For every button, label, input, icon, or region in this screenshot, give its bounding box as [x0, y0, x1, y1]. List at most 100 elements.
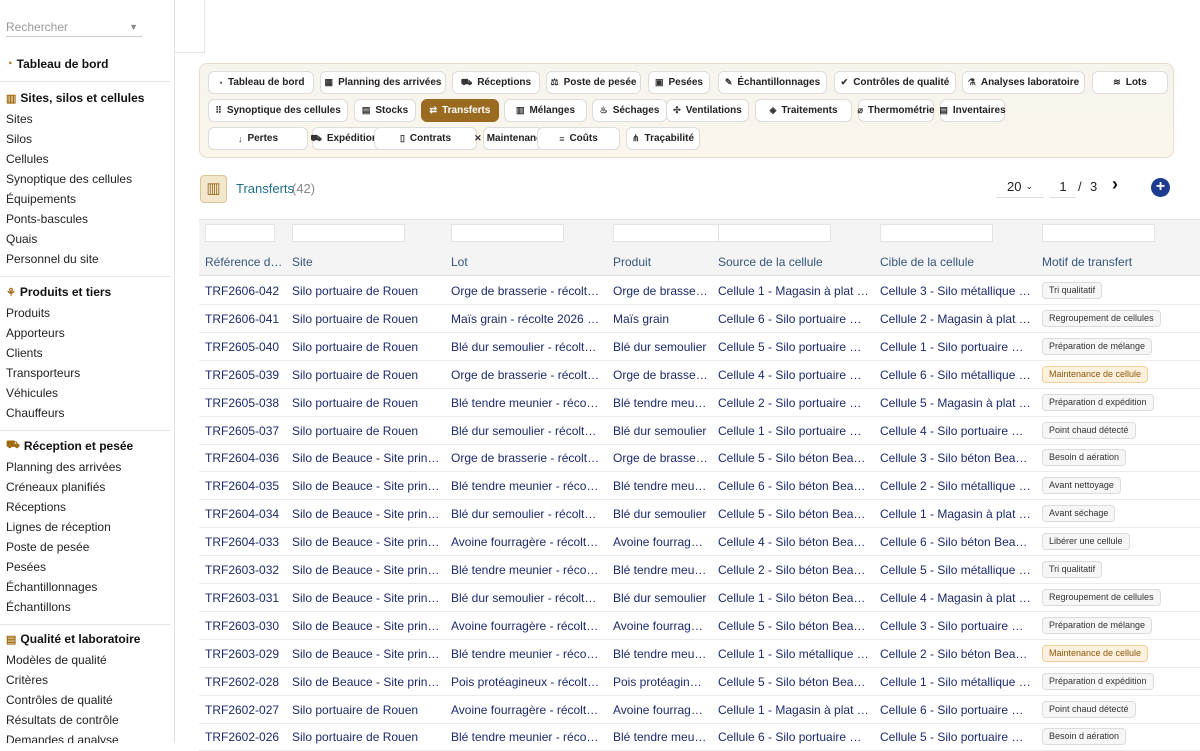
table-row[interactable]: TRF2605-040 Silo portuaire de Rouen Blé du… [199, 333, 1200, 361]
sidebar-item[interactable]: Quais [6, 232, 37, 246]
column-header[interactable]: Source de la cellule [718, 255, 870, 269]
table-row[interactable]: TRF2603-029 Silo de Beauce - Site princip… [199, 640, 1200, 668]
module-tab[interactable]: ↓ Pertes [208, 127, 308, 150]
module-tab[interactable]: ⠿ Synoptique des cellules [208, 99, 348, 122]
table-row[interactable]: TRF2606-042 Silo portuaire de Rouen Orge d… [199, 277, 1200, 305]
sidebar-item[interactable]: Apporteurs [6, 326, 65, 340]
sidebar-item[interactable]: Échantillons [6, 600, 71, 614]
sidebar-item[interactable]: Ponts-bascules [6, 212, 88, 226]
column-header[interactable]: Produit [613, 255, 708, 269]
table-cell: Cellule 1 - Magasin à plat R… [718, 702, 870, 717]
column-filter-input[interactable] [613, 224, 726, 242]
column-filter-input[interactable] [880, 224, 993, 242]
search-input[interactable]: Rechercher ▼ [6, 17, 142, 37]
sidebar-item[interactable]: Lignes de réception [6, 520, 111, 534]
module-tab[interactable]: ⛟ Expéditions [311, 127, 384, 150]
check-circle-icon: ✔ [840, 77, 849, 87]
column-filter-input[interactable] [292, 224, 405, 242]
table-row[interactable]: TRF2603-032 Silo de Beauce - Site princip… [199, 556, 1200, 584]
sidebar-item[interactable]: Transporteurs [6, 366, 80, 380]
table-row[interactable]: TRF2602-027 Silo portuaire de Rouen Avoine… [199, 696, 1200, 724]
column-filter-input[interactable] [1042, 224, 1155, 242]
sidebar-item[interactable]: Véhicules [6, 386, 58, 400]
sidebar-item[interactable]: Pesées [6, 560, 46, 574]
table-row[interactable]: TRF2606-041 Silo portuaire de Rouen Maïs g… [199, 305, 1200, 333]
table-cell: Cellule 5 - Silo portuaire Ro… [880, 730, 1032, 745]
sidebar-item[interactable]: Demandes d analyse [6, 733, 119, 743]
sidebar-item[interactable]: Cellules [6, 152, 49, 166]
sidebar-item[interactable]: Personnel du site [6, 252, 99, 266]
table-cell: Cellule 5 - Silo portuaire Ro… [718, 339, 870, 354]
add-transfer-button[interactable]: + [1151, 178, 1170, 197]
table-cell: Pois protéagineux [613, 674, 708, 689]
module-tab[interactable]: ✣ Ventilations [666, 99, 749, 122]
sidebar-item[interactable]: Poste de pesée [6, 540, 89, 554]
module-tab[interactable]: ◔ Tableau de bord [208, 71, 314, 94]
sidebar-item[interactable]: Échantillonnages [6, 580, 97, 594]
motif-badge: Tri qualitatif [1042, 282, 1103, 299]
sidebar-item[interactable]: Équipements [6, 192, 76, 206]
module-tab[interactable]: ◈ Traitements [755, 99, 852, 122]
module-tab[interactable]: ⇄ Transferts [421, 99, 499, 122]
table-cell: Silo de Beauce - Site principal [292, 451, 442, 466]
sidebar-item[interactable]: Modèles de qualité [6, 653, 107, 667]
module-tab[interactable]: ⋔ Traçabilité [626, 127, 700, 150]
column-filter-input[interactable] [718, 224, 831, 242]
table-row[interactable]: TRF2605-038 Silo portuaire de Rouen Blé te… [199, 389, 1200, 417]
column-filter-input[interactable] [451, 224, 564, 242]
sidebar-item[interactable]: Silos [6, 132, 32, 146]
sidebar-item[interactable]: Réceptions [6, 500, 66, 514]
sidebar-dashboard-link[interactable]: ◔ Tableau de bord [6, 57, 108, 71]
sidebar-item[interactable]: Chauffeurs [6, 406, 64, 420]
sidebar-divider [0, 81, 170, 82]
column-header[interactable]: Motif de transfert [1042, 255, 1167, 269]
table-cell: Orge de brasserie - récolte … [451, 284, 601, 298]
table-row[interactable]: TRF2603-030 Silo de Beauce - Site princip… [199, 612, 1200, 640]
module-tab[interactable]: ✔ Contrôles de qualité [834, 71, 956, 94]
column-header[interactable]: Lot [451, 255, 601, 269]
current-page-input[interactable]: 1 [1050, 176, 1076, 198]
table-row[interactable]: TRF2605-039 Silo portuaire de Rouen Orge d… [199, 361, 1200, 389]
table-cell: Cellule 2 - Silo béton Beauc… [880, 646, 1032, 661]
module-tab[interactable]: ♨ Séchages [592, 99, 667, 122]
table-row[interactable]: TRF2604-036 Silo de Beauce - Site princip… [199, 444, 1200, 473]
module-tab[interactable]: ▦ Planning des arrivées [320, 71, 446, 94]
sidebar-item[interactable]: Synoptique des cellules [6, 172, 132, 186]
module-tab[interactable]: ⚗ Analyses laboratoire [962, 71, 1085, 94]
sidebar-item[interactable]: Créneaux planifiés [6, 480, 105, 494]
module-tab[interactable]: ⛟ Réceptions [452, 71, 540, 94]
sidebar-item[interactable]: Produits [6, 306, 50, 320]
module-tab[interactable]: ≡ Coûts [537, 127, 620, 150]
sidebar-item[interactable]: Sites [6, 112, 33, 126]
column-header[interactable]: Site [292, 255, 442, 269]
per-page-select[interactable]: 20 ⌄ [996, 176, 1044, 198]
sidebar-item[interactable]: Critères [6, 673, 48, 687]
table-row[interactable]: TRF2602-026 Silo portuaire de Rouen Blé te… [199, 723, 1200, 751]
module-tab[interactable]: ✕ Maintenances [474, 127, 553, 150]
module-tab[interactable]: ⚖ Poste de pesée [546, 71, 641, 94]
table-row[interactable]: TRF2602-028 Silo de Beauce - Site princip… [199, 668, 1200, 696]
module-tab[interactable]: ▯ Contrats [374, 127, 477, 150]
module-tab[interactable]: ▥ Mélanges [504, 99, 587, 122]
module-tab[interactable]: ▤ Stocks [354, 99, 416, 122]
table-row[interactable]: TRF2603-031 Silo de Beauce - Site princip… [199, 584, 1200, 612]
sidebar-item[interactable]: Contrôles de qualité [6, 693, 113, 707]
module-tab[interactable]: ⌀ Thermométrie [857, 99, 935, 122]
table-row[interactable]: TRF2604-034 Silo de Beauce - Site princip… [199, 500, 1200, 529]
column-header[interactable]: Cible de la cellule [880, 255, 1032, 269]
table-row[interactable]: TRF2605-037 Silo portuaire de Rouen Blé du… [199, 417, 1200, 445]
column-header[interactable]: Référence d… [205, 255, 283, 269]
sidebar-item[interactable]: Clients [6, 346, 43, 360]
file-icon: ▯ [399, 133, 405, 143]
column-filter-input[interactable] [205, 224, 275, 242]
module-tab[interactable]: ▤ Inventaires [939, 99, 1006, 122]
chevron-down-icon[interactable]: ▼ [129, 17, 138, 37]
sidebar-item[interactable]: Planning des arrivées [6, 460, 121, 474]
module-tab[interactable]: ▣ Pesées [648, 71, 710, 94]
sidebar-item[interactable]: Résultats de contrôle [6, 713, 119, 727]
next-page-icon[interactable]: › [1112, 174, 1118, 195]
table-row[interactable]: TRF2604-033 Silo de Beauce - Site princip… [199, 528, 1200, 557]
module-tab[interactable]: ✎ Échantillonnages [718, 71, 827, 94]
table-row[interactable]: TRF2604-035 Silo de Beauce - Site princip… [199, 472, 1200, 501]
module-tab[interactable]: ≋ Lots [1092, 71, 1168, 94]
